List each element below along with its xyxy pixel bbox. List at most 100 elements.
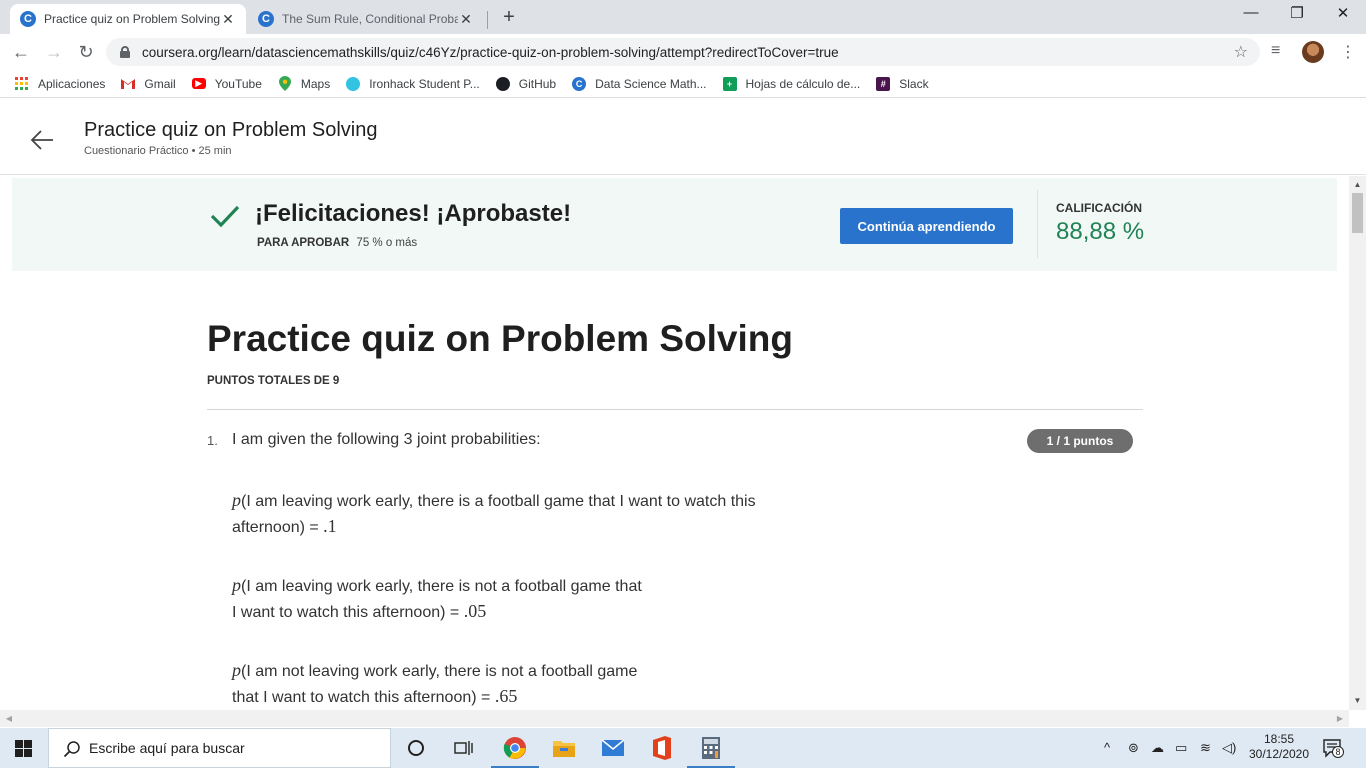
bookmark-label: Maps: [300, 76, 331, 91]
page-content: Practice quiz on Problem Solving Cuestio…: [0, 103, 1366, 709]
bookmarks-bar: Aplicaciones Gmail ▶ YouTube Maps Ironha…: [0, 70, 1366, 98]
continue-learning-button[interactable]: Continúa aprendiendo: [840, 208, 1013, 244]
prob-line1: (I am leaving work early, there is not a…: [241, 578, 642, 595]
maps-pin-icon: [278, 76, 292, 91]
total-points: PUNTOS TOTALES DE 9: [207, 375, 340, 387]
restore-button[interactable]: ❐: [1274, 4, 1320, 26]
media-control-icon[interactable]: ≡: [1271, 42, 1280, 60]
vertical-scrollbar[interactable]: ▲ ▼: [1349, 176, 1366, 710]
file-explorer-icon[interactable]: [540, 728, 588, 768]
gmail-icon: [121, 77, 136, 91]
probability-item: p(I am not leaving work early, there is …: [232, 658, 637, 709]
tab-sum-rule[interactable]: C The Sum Rule, Conditional Proba ✕: [248, 4, 484, 34]
clock-date: 30/12/2020: [1248, 747, 1310, 761]
course-header: Practice quiz on Problem Solving Cuestio…: [0, 103, 1366, 175]
github-icon: [495, 76, 510, 91]
prob-line2: that I want to watch this afternoon) =: [232, 689, 495, 706]
lock-icon: [120, 46, 130, 58]
battery-icon[interactable]: ▭: [1175, 740, 1187, 756]
tab-title: The Sum Rule, Conditional Proba: [282, 12, 458, 26]
bookmark-ironhack[interactable]: Ironhack Student P...: [346, 76, 480, 91]
minimize-button[interactable]: —: [1228, 4, 1274, 26]
close-tab-icon[interactable]: ✕: [458, 11, 474, 28]
bookmark-star-icon[interactable]: ☆: [1234, 42, 1248, 62]
section-divider: [207, 409, 1143, 410]
browser-tab-strip: C Practice quiz on Problem Solving ✕ C T…: [0, 0, 1366, 34]
prob-line2: I want to watch this afternoon) =: [232, 604, 464, 621]
scroll-left-icon[interactable]: ◀: [2, 710, 16, 727]
apps-grid-icon: [15, 76, 29, 91]
meet-now-icon[interactable]: ⊚: [1128, 740, 1139, 756]
scroll-right-icon[interactable]: ▶: [1333, 710, 1347, 727]
scroll-down-icon[interactable]: ▼: [1349, 694, 1366, 708]
bookmark-aplicaciones[interactable]: Aplicaciones: [15, 76, 106, 91]
mail-icon[interactable]: [589, 728, 637, 768]
header-title: Practice quiz on Problem Solving: [84, 119, 378, 141]
prob-function: p: [232, 490, 241, 510]
reload-icon[interactable]: ↻: [75, 41, 97, 63]
menu-kebab-icon[interactable]: ⋮: [1340, 42, 1356, 62]
bookmark-data-science-math[interactable]: C Data Science Math...: [572, 76, 707, 91]
pass-value: 75 % o más: [356, 237, 418, 249]
checkmark-icon: [210, 205, 240, 228]
prob-function: p: [232, 660, 241, 680]
browser-toolbar: ← → ↻ coursera.org/learn/datasciencemath…: [0, 34, 1366, 70]
volume-icon[interactable]: ◁): [1222, 740, 1236, 756]
coursera-favicon-icon: C: [258, 11, 274, 27]
search-placeholder: Escribe aquí para buscar: [89, 740, 245, 756]
bookmark-sheets[interactable]: + Hojas de cálculo de...: [722, 76, 860, 91]
prob-value: .65: [494, 686, 518, 706]
banner-divider: [1037, 190, 1038, 258]
cortana-icon[interactable]: [392, 728, 440, 768]
system-clock[interactable]: 18:55 30/12/2020: [1248, 732, 1310, 762]
grade-label: CALIFICACIÓN: [1056, 201, 1142, 215]
task-view-icon[interactable]: [440, 728, 488, 768]
question-text: I am given the following 3 joint probabi…: [232, 431, 541, 448]
search-icon: [63, 741, 80, 758]
bookmark-slack[interactable]: # Slack: [876, 76, 929, 91]
close-tab-icon[interactable]: ✕: [220, 11, 236, 28]
bookmark-label: Data Science Math...: [595, 76, 707, 91]
notification-center-icon[interactable]: 8: [1322, 738, 1344, 758]
bookmark-youtube[interactable]: ▶ YouTube: [191, 77, 262, 91]
bookmark-maps[interactable]: Maps: [278, 76, 331, 91]
prob-line1: (I am leaving work early, there is a foo…: [241, 493, 756, 510]
tab-title: Practice quiz on Problem Solving: [44, 12, 220, 26]
bookmark-label: Aplicaciones: [38, 76, 106, 91]
passing-requirement: PARA APROBAR 75 % o más: [257, 237, 417, 249]
prob-value: .05: [463, 601, 487, 621]
bookmark-gmail[interactable]: Gmail: [121, 77, 176, 91]
calculator-icon[interactable]: [687, 728, 735, 768]
close-window-button[interactable]: ✕: [1320, 4, 1366, 26]
notification-count: 8: [1332, 746, 1344, 758]
scrollbar-thumb[interactable]: [1352, 193, 1363, 233]
wifi-icon[interactable]: ≋: [1200, 740, 1211, 756]
probability-item: p(I am leaving work early, there is a fo…: [232, 488, 756, 540]
points-badge: 1 / 1 puntos: [1027, 429, 1133, 453]
office-icon[interactable]: [638, 728, 686, 768]
bookmark-label: GitHub: [518, 76, 557, 91]
windows-start-icon[interactable]: [15, 740, 32, 757]
prob-function: p: [232, 575, 241, 595]
chrome-taskbar-icon[interactable]: [491, 728, 539, 768]
bookmark-github[interactable]: GitHub: [495, 76, 557, 91]
back-arrow-icon[interactable]: [29, 127, 55, 153]
onedrive-icon[interactable]: ☁: [1151, 740, 1164, 756]
tab-practice-quiz[interactable]: C Practice quiz on Problem Solving ✕: [10, 4, 246, 34]
show-hidden-icons-icon[interactable]: ^: [1104, 740, 1110, 755]
forward-icon[interactable]: →: [43, 41, 65, 63]
quiz-title: Practice quiz on Problem Solving: [207, 318, 793, 359]
probability-item: p(I am leaving work early, there is not …: [232, 573, 642, 625]
prob-value: .1: [323, 516, 337, 536]
tab-separator: [487, 11, 488, 29]
back-icon[interactable]: ←: [10, 41, 32, 63]
address-bar[interactable]: coursera.org/learn/datasciencemathskills…: [106, 38, 1260, 66]
new-tab-button[interactable]: +: [500, 6, 518, 29]
clock-time: 18:55: [1263, 732, 1295, 746]
pass-label: PARA APROBAR: [257, 237, 350, 249]
scroll-up-icon[interactable]: ▲: [1349, 178, 1366, 192]
horizontal-scrollbar[interactable]: ◀ ▶: [0, 710, 1349, 727]
profile-avatar[interactable]: [1302, 41, 1324, 63]
sheets-icon: +: [722, 76, 737, 91]
taskbar-search-box[interactable]: Escribe aquí para buscar: [48, 728, 391, 768]
